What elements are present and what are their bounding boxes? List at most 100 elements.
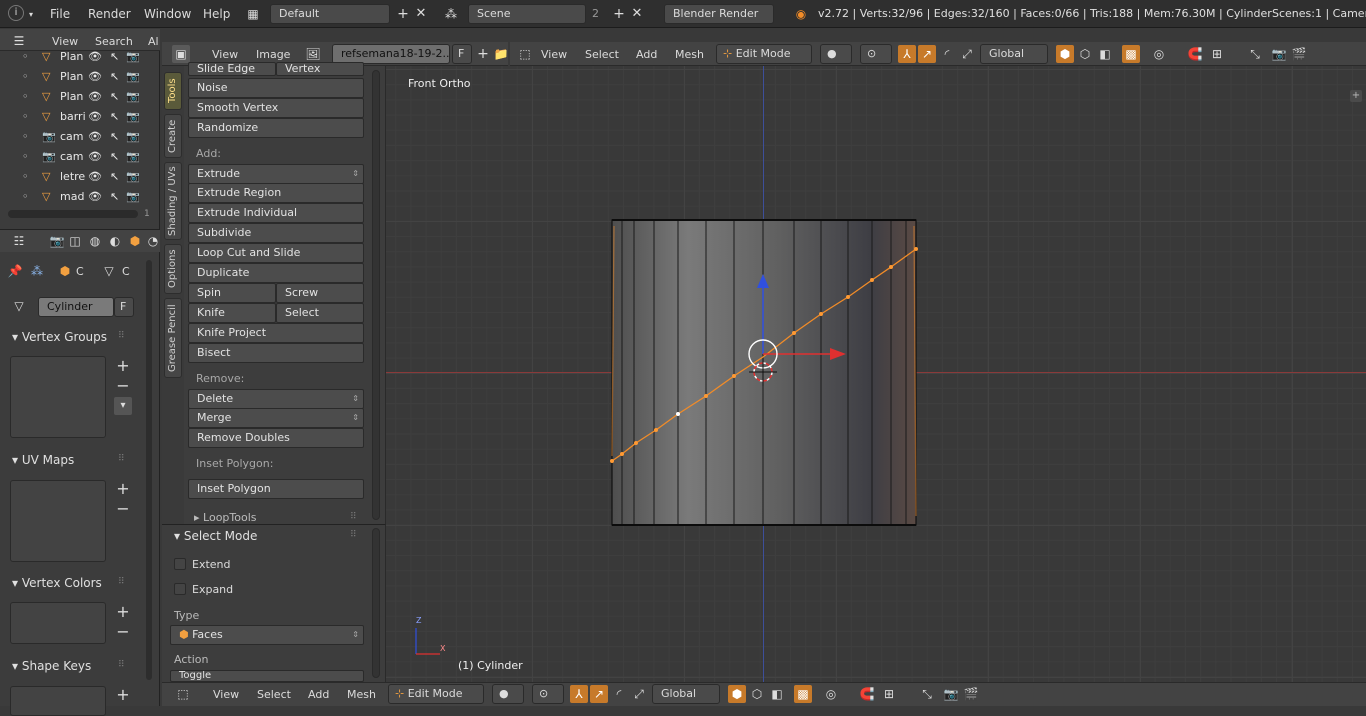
remove-vertex-color-icon[interactable]: − [114, 623, 132, 641]
uv-maps-header[interactable]: ▾ UV Maps [12, 452, 74, 468]
bottom-snap-target-icon[interactable]: ⤡ [918, 685, 936, 703]
proportional-edit-icon[interactable]: ◎ [1150, 45, 1168, 63]
uv-maps-list[interactable] [10, 480, 106, 562]
bottom-orientation-selector[interactable]: Global [652, 684, 720, 704]
remove-uv-map-icon[interactable]: − [114, 500, 132, 518]
tab-grease-pencil[interactable]: Grease Pencil [164, 298, 182, 378]
expand-dot-icon[interactable]: ◦ [22, 87, 29, 107]
mesh-datablock-icon[interactable]: ▽ [10, 297, 28, 315]
selectability-cursor-icon[interactable]: ↖ [110, 47, 119, 67]
operator-panel-header[interactable]: ▾ Select Mode [174, 528, 257, 544]
loop-cut-button[interactable]: Loop Cut and Slide [188, 243, 364, 263]
renderability-camera-icon[interactable]: 📷 [126, 147, 140, 167]
vertex-groups-list[interactable] [10, 356, 106, 438]
renderability-camera-icon[interactable]: 📷 [126, 127, 140, 147]
outliner-scrollbar[interactable] [8, 210, 138, 218]
bottom-shading-selector[interactable]: ● [492, 684, 524, 704]
viewport-shading-selector[interactable]: ● [820, 44, 852, 64]
screw-button[interactable]: Screw [276, 283, 364, 303]
pin-icon[interactable]: 📌 [6, 262, 24, 280]
image-browse-icon[interactable]: 🖼 [304, 45, 322, 63]
image-name-field[interactable]: refsemana18-19-2... [332, 44, 450, 64]
image-menu-view[interactable]: View [212, 47, 238, 63]
expand-dot-icon[interactable]: ◦ [22, 187, 29, 207]
add-shape-key-icon[interactable]: + [114, 686, 132, 704]
bottom-rotate-icon[interactable]: ◜ [610, 685, 628, 703]
bisect-button[interactable]: Bisect [188, 343, 364, 363]
action-selector[interactable]: Toggle [170, 670, 364, 682]
knife-button[interactable]: Knife [188, 303, 276, 323]
remove-vertex-group-icon[interactable]: − [114, 377, 132, 395]
edge-select-icon[interactable]: ⬡ [1076, 45, 1094, 63]
view3d-editor-icon[interactable]: ⬚ [516, 45, 534, 63]
snap-element-icon[interactable]: ⊞ [1208, 45, 1226, 63]
visibility-eye-icon[interactable]: 👁 [88, 187, 102, 207]
vertex-group-specials-icon[interactable]: ▾ [114, 397, 132, 415]
occlude-geometry-icon[interactable]: ▩ [1122, 45, 1140, 63]
renderability-camera-icon[interactable]: 📷 [126, 47, 140, 67]
extrude-button[interactable]: Extrude ⇕ [188, 164, 364, 184]
pivot-point-selector[interactable]: ⊙ [860, 44, 892, 64]
remove-layout-icon[interactable]: ✕ [412, 5, 430, 23]
subdivide-button[interactable]: Subdivide [188, 223, 364, 243]
view3d-menu-view[interactable]: View [541, 47, 567, 63]
image-fake-user-button[interactable]: F [452, 44, 472, 64]
view3d-menu-add[interactable]: Add [636, 47, 657, 63]
tab-shading-uvs[interactable]: Shading / UVs [164, 162, 182, 240]
shape-keys-header[interactable]: ▾ Shape Keys [12, 658, 91, 674]
mode-selector[interactable]: ⊹ Edit Mode [716, 44, 812, 64]
cylinder-mesh[interactable] [386, 66, 1366, 682]
bottom-proportional-icon[interactable]: ◎ [822, 685, 840, 703]
slide-vertex-button[interactable]: Vertex [276, 62, 364, 76]
transform-orientation-selector[interactable]: Global [980, 44, 1048, 64]
bottom-translate-icon[interactable]: ↗ [590, 685, 608, 703]
renderability-camera-icon[interactable]: 📷 [126, 107, 140, 127]
outliner-menu-all[interactable]: Al [148, 34, 159, 50]
extend-checkbox[interactable] [174, 558, 186, 570]
selectability-cursor-icon[interactable]: ↖ [110, 127, 119, 147]
screen-layout-icon[interactable]: ▦ [244, 5, 262, 23]
renderability-camera-icon[interactable]: 📷 [126, 67, 140, 87]
expand-dot-icon[interactable]: ◦ [22, 147, 29, 167]
drag-handle-icon[interactable]: ⠿ [118, 454, 125, 464]
delete-button[interactable]: Delete ⇕ [188, 389, 364, 409]
drag-handle-icon[interactable]: ⠿ [118, 577, 125, 587]
bottom-snap-icon[interactable]: 🧲 [858, 685, 876, 703]
vertex-colors-header[interactable]: ▾ Vertex Colors [12, 575, 102, 591]
new-image-icon[interactable]: + [474, 45, 492, 63]
image-menu-image[interactable]: Image [256, 47, 290, 63]
selectability-cursor-icon[interactable]: ↖ [110, 67, 119, 87]
snap-target-icon[interactable]: ⤡ [1246, 45, 1264, 63]
drag-handle-icon[interactable]: ⠿ [350, 512, 357, 522]
menu-window[interactable]: Window [144, 6, 191, 22]
menu-render[interactable]: Render [88, 6, 131, 22]
add-uv-map-icon[interactable]: + [114, 480, 132, 498]
expand-checkbox[interactable] [174, 583, 186, 595]
remove-scene-icon[interactable]: ✕ [628, 5, 646, 23]
extrude-individual-button[interactable]: Extrude Individual [188, 203, 364, 223]
add-scene-icon[interactable]: + [610, 5, 628, 23]
bottom-face-select-icon[interactable]: ◧ [768, 685, 786, 703]
knife-select-button[interactable]: Select [276, 303, 364, 323]
snap-toggle-icon[interactable]: 🧲 [1186, 45, 1204, 63]
bottom-manipulator-icon[interactable]: ⅄ [570, 685, 588, 703]
vertex-groups-header[interactable]: ▾ Vertex Groups [12, 329, 107, 345]
visibility-eye-icon[interactable]: 👁 [88, 47, 102, 67]
bottom-snap-element-icon[interactable]: ⊞ [880, 685, 898, 703]
outliner-row[interactable]: ◦ ▽ barri 👁 ↖ 📷 [18, 107, 140, 127]
visibility-eye-icon[interactable]: 👁 [88, 107, 102, 127]
scene-icon[interactable]: ⁂ [442, 5, 460, 23]
vertex-colors-list[interactable] [10, 602, 106, 644]
selectability-cursor-icon[interactable]: ↖ [110, 167, 119, 187]
bottom-menu-mesh[interactable]: Mesh [347, 687, 376, 703]
scale-manipulator-icon[interactable]: ⤢ [958, 45, 976, 63]
outliner-row[interactable]: ◦ ▽ Plan 👁 ↖ 📷 [18, 87, 140, 107]
properties-scrollbar[interactable] [146, 260, 152, 680]
merge-button[interactable]: Merge ⇕ [188, 408, 364, 428]
bottom-menu-select[interactable]: Select [257, 687, 291, 703]
drag-handle-icon[interactable]: ⠿ [118, 660, 125, 670]
view3d-menu-select[interactable]: Select [585, 47, 619, 63]
slide-edge-button[interactable]: Slide Edge [188, 62, 276, 76]
object-tab-icon[interactable]: ◐ [106, 232, 124, 250]
bottom-menu-add[interactable]: Add [308, 687, 329, 703]
